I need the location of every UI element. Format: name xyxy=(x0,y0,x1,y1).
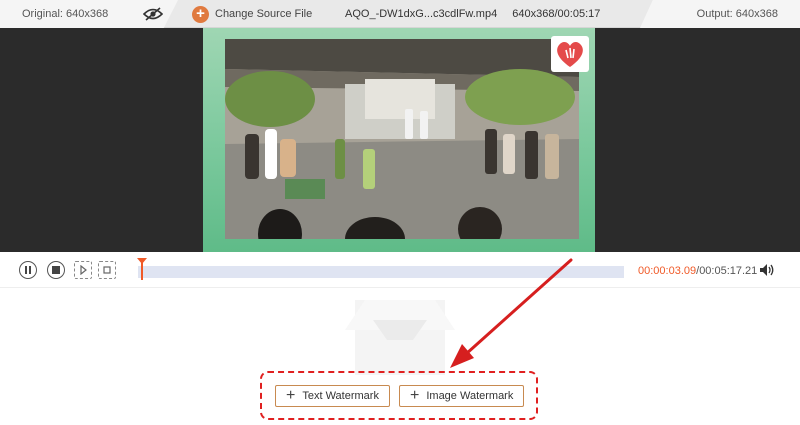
top-bar: Original: 640x368 + Change Source File A… xyxy=(0,0,800,28)
stop-icon xyxy=(52,266,60,274)
stop-button[interactable] xyxy=(47,261,65,279)
current-time: 00:00:03.09 xyxy=(638,265,697,277)
timecode: 00:00:03.09/00:05:17.21 xyxy=(638,265,757,277)
video-preview xyxy=(0,28,800,252)
preview-frame xyxy=(203,28,595,252)
output-resolution-label: Output: 640x368 xyxy=(696,8,778,20)
file-name: AQO_-DW1dxG...c3cdlFw.mp4 xyxy=(345,8,498,20)
empty-tray-icon xyxy=(345,300,455,375)
change-source-label: Change Source File xyxy=(215,8,313,20)
timeline-track[interactable] xyxy=(138,266,624,278)
pause-icon xyxy=(25,266,31,274)
video-frame xyxy=(225,39,579,239)
add-text-watermark-button[interactable]: + Text Watermark xyxy=(275,385,390,407)
text-watermark-label: Text Watermark xyxy=(302,390,379,402)
pause-button[interactable] xyxy=(19,261,37,279)
watermark-logo-badge xyxy=(551,36,589,72)
original-resolution-label: Original: 640x368 xyxy=(22,8,109,20)
file-info: AQO_-DW1dxG...c3cdlFw.mp4 640x368/00:05:… xyxy=(345,8,600,20)
image-watermark-label: Image Watermark xyxy=(426,390,514,402)
playhead-line[interactable] xyxy=(141,260,143,280)
total-time: 00:05:17.21 xyxy=(699,265,758,277)
clip-end-icon xyxy=(103,266,111,274)
plus-icon: + xyxy=(286,387,296,404)
heart-hand-icon xyxy=(557,42,583,67)
clip-start-icon xyxy=(80,265,87,275)
player-controls: 00:00:03.09/00:05:17.21 xyxy=(0,252,800,288)
file-dimensions-duration: 640x368/00:05:17 xyxy=(512,8,601,20)
eye-hidden-icon[interactable] xyxy=(143,7,163,21)
clip-start-button[interactable] xyxy=(74,261,92,279)
add-image-watermark-button[interactable]: + Image Watermark xyxy=(399,385,525,407)
clip-end-button[interactable] xyxy=(98,261,116,279)
plus-icon: + xyxy=(410,387,420,404)
plus-circle-icon: + xyxy=(192,5,209,23)
change-source-file-button[interactable]: + Change Source File xyxy=(192,5,312,23)
volume-icon[interactable] xyxy=(759,263,775,277)
video-scene xyxy=(225,39,579,239)
